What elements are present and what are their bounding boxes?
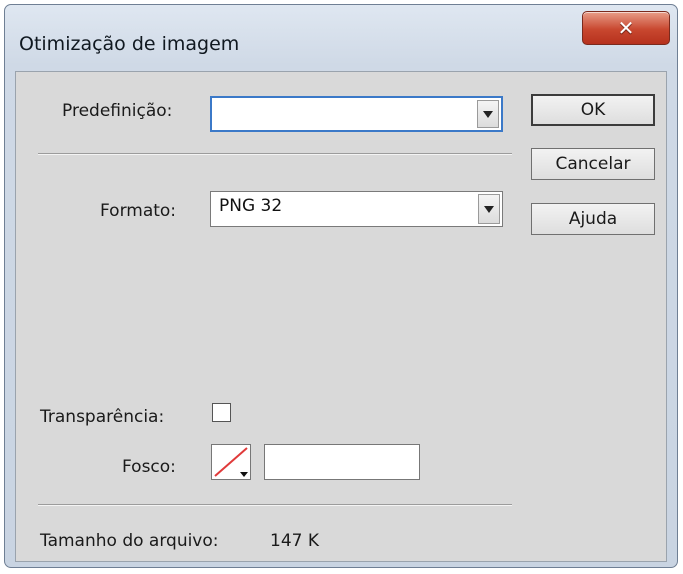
preset-select[interactable] [210, 96, 503, 132]
format-select[interactable]: PNG 32 [210, 191, 503, 227]
file-size-label: Tamanho do arquivo: [40, 531, 219, 551]
cancel-button[interactable]: Cancelar [531, 148, 655, 180]
format-label: Formato: [100, 201, 177, 221]
separator-bottom [38, 504, 512, 506]
chevron-down-icon [484, 205, 494, 213]
close-button[interactable]: ✕ [582, 11, 670, 45]
matte-label: Fosco: [122, 457, 176, 477]
preset-label: Predefinição: [62, 101, 173, 121]
transparency-checkbox[interactable] [212, 403, 231, 422]
chevron-down-icon [483, 110, 493, 118]
close-icon: ✕ [617, 16, 635, 40]
ok-button[interactable]: OK [531, 94, 655, 126]
chevron-down-icon [240, 472, 248, 477]
transparency-label: Transparência: [40, 407, 165, 427]
preset-dropdown-button[interactable] [477, 100, 499, 128]
separator-top [38, 153, 512, 155]
ok-button-label: OK [580, 100, 606, 120]
matte-color-swatch[interactable] [211, 444, 251, 480]
matte-value-input[interactable] [264, 444, 420, 480]
file-size-value: 147 K [270, 531, 319, 551]
cancel-button-label: Cancelar [555, 154, 631, 174]
image-optimization-dialog: Otimização de imagem ✕ Predefinição: For… [4, 4, 678, 568]
help-button-label: Ajuda [568, 209, 618, 229]
format-dropdown-button[interactable] [478, 194, 500, 224]
dialog-body: Predefinição: Formato: PNG 32 OK Cancela… [15, 71, 667, 562]
title-bar[interactable]: Otimização de imagem ✕ [5, 5, 677, 69]
format-value: PNG 32 [219, 196, 283, 216]
help-button[interactable]: Ajuda [531, 203, 655, 235]
dialog-title: Otimização de imagem [19, 33, 240, 55]
